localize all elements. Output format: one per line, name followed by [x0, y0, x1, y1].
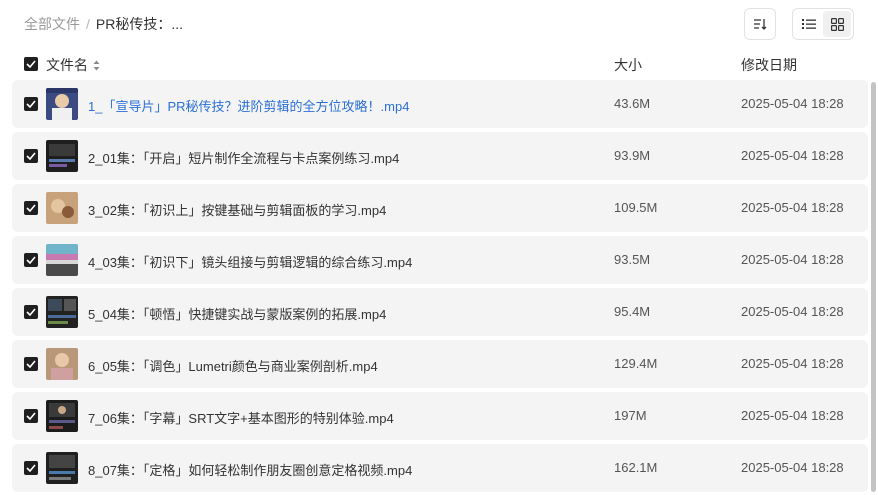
file-row[interactable]: 5_04集：「顿悟」快捷键实战与蒙版案例的拓展.mp4 95.4M 2025-0… [12, 288, 868, 336]
list-header: 文件名 大小 修改日期 [0, 50, 878, 78]
file-date: 2025-05-04 18:28 [741, 460, 844, 475]
row-checkbox[interactable] [24, 149, 38, 163]
file-name-link[interactable]: 2_01集：「开启」短片制作全流程与卡点案例练习.mp4 [88, 148, 399, 167]
checkmark-icon [26, 60, 36, 68]
column-header-name-label: 文件名 [46, 57, 88, 73]
file-row[interactable]: 8_07集：「定格」如何轻松制作朋友圈创意定格视频.mp4 162.1M 202… [12, 444, 868, 492]
checkmark-icon [26, 360, 36, 368]
video-thumbnail [46, 452, 78, 484]
view-toggle [792, 8, 854, 40]
checkmark-icon [26, 256, 36, 264]
list-view-icon [802, 19, 816, 29]
file-name-link[interactable]: 6_05集：「调色」Lumetri颜色与商业案例剖析.mp4 [88, 356, 378, 375]
video-thumbnail [46, 140, 78, 172]
video-thumbnail [46, 88, 78, 120]
file-date: 2025-05-04 18:28 [741, 96, 844, 111]
row-checkbox[interactable] [24, 97, 38, 111]
select-all-checkbox[interactable] [24, 57, 38, 71]
file-size: 93.9M [614, 148, 651, 163]
grid-view-icon [830, 17, 844, 31]
sort-list-icon [754, 19, 767, 30]
file-date: 2025-05-04 18:28 [741, 148, 844, 163]
checkmark-icon [26, 100, 36, 108]
row-checkbox[interactable] [24, 201, 38, 215]
file-date: 2025-05-04 18:28 [741, 200, 844, 215]
file-name-link[interactable]: 7_06集：「字幕」SRT文字+基本图形的特别体验.mp4 [88, 408, 394, 427]
file-row[interactable]: 4_03集：「初识下」镜头组接与剪辑逻辑的综合练习.mp4 93.5M 2025… [12, 236, 868, 284]
file-row[interactable]: 6_05集：「调色」Lumetri颜色与商业案例剖析.mp4 129.4M 20… [12, 340, 868, 388]
file-name-link[interactable]: 4_03集：「初识下」镜头组接与剪辑逻辑的综合练习.mp4 [88, 252, 412, 271]
column-header-size[interactable]: 大小 [614, 55, 642, 75]
file-size: 197M [614, 408, 647, 423]
breadcrumb-root-link[interactable]: 全部文件 [24, 16, 80, 32]
file-date: 2025-05-04 18:28 [741, 252, 844, 267]
file-list: 1_「宣导片」PR秘传技？进阶剪辑的全方位攻略！.mp4 43.6M 2025-… [12, 80, 868, 495]
file-date: 2025-05-04 18:28 [741, 356, 844, 371]
checkmark-icon [26, 412, 36, 420]
file-size: 43.6M [614, 96, 651, 111]
file-size: 95.4M [614, 304, 651, 319]
row-checkbox[interactable] [24, 357, 38, 371]
vertical-scrollbar[interactable] [871, 82, 876, 492]
video-thumbnail [46, 244, 78, 276]
file-row[interactable]: 1_「宣导片」PR秘传技？进阶剪辑的全方位攻略！.mp4 43.6M 2025-… [12, 80, 868, 128]
breadcrumb: 全部文件 / PR秘传技：... [24, 14, 183, 34]
breadcrumb-separator: / [86, 16, 90, 32]
grid-view-button[interactable] [823, 11, 851, 37]
checkmark-icon [26, 308, 36, 316]
video-thumbnail [46, 296, 78, 328]
checkmark-icon [26, 204, 36, 212]
video-thumbnail [46, 192, 78, 224]
row-checkbox[interactable] [24, 305, 38, 319]
sort-arrows-icon [93, 60, 100, 71]
column-header-date[interactable]: 修改日期 [741, 55, 797, 75]
file-size: 129.4M [614, 356, 658, 371]
file-row[interactable]: 7_06集：「字幕」SRT文字+基本图形的特别体验.mp4 197M 2025-… [12, 392, 868, 440]
sort-button[interactable] [744, 8, 776, 40]
column-header-name[interactable]: 文件名 [46, 55, 100, 75]
file-row[interactable]: 2_01集：「开启」短片制作全流程与卡点案例练习.mp4 93.9M 2025-… [12, 132, 868, 180]
file-name-link[interactable]: 5_04集：「顿悟」快捷键实战与蒙版案例的拓展.mp4 [88, 304, 386, 323]
file-date: 2025-05-04 18:28 [741, 304, 844, 319]
checkmark-icon [26, 152, 36, 160]
file-row[interactable]: 3_02集：「初识上」按键基础与剪辑面板的学习.mp4 109.5M 2025-… [12, 184, 868, 232]
file-size: 109.5M [614, 200, 658, 215]
file-name-link[interactable]: 8_07集：「定格」如何轻松制作朋友圈创意定格视频.mp4 [88, 460, 412, 479]
row-checkbox[interactable] [24, 409, 38, 423]
breadcrumb-current: PR秘传技：... [95, 16, 184, 32]
row-checkbox[interactable] [24, 253, 38, 267]
row-checkbox[interactable] [24, 461, 38, 475]
top-bar: 全部文件 / PR秘传技：... [0, 0, 878, 50]
file-date: 2025-05-04 18:28 [741, 408, 844, 423]
file-size: 162.1M [614, 460, 658, 475]
file-size: 93.5M [614, 252, 651, 267]
list-view-button[interactable] [795, 11, 823, 37]
file-name-link[interactable]: 3_02集：「初识上」按键基础与剪辑面板的学习.mp4 [88, 200, 386, 219]
video-thumbnail [46, 348, 78, 380]
file-name-link[interactable]: 1_「宣导片」PR秘传技？进阶剪辑的全方位攻略！.mp4 [88, 96, 409, 115]
checkmark-icon [26, 464, 36, 472]
video-thumbnail [46, 400, 78, 432]
